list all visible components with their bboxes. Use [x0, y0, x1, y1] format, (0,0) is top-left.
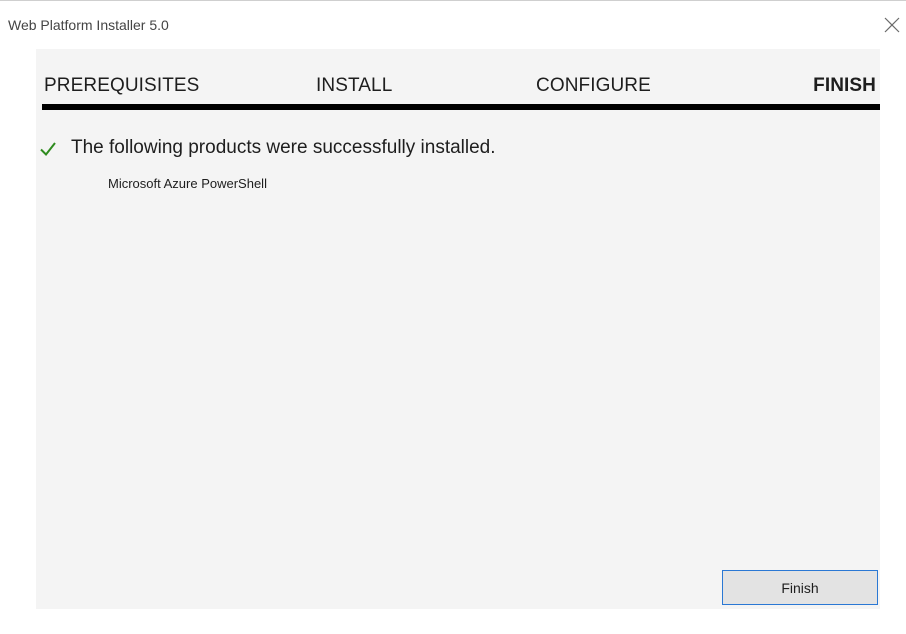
- content-panel: PREREQUISITES INSTALL CONFIGURE FINISH T…: [36, 49, 880, 609]
- installer-window: Web Platform Installer 5.0 PREREQUISITES…: [0, 0, 906, 634]
- window-title: Web Platform Installer 5.0: [8, 17, 169, 33]
- installed-product-item: Microsoft Azure PowerShell: [108, 176, 267, 191]
- title-bar: Web Platform Installer 5.0: [0, 1, 906, 41]
- checkmark-icon: [40, 142, 56, 157]
- step-install: INSTALL: [316, 75, 393, 96]
- step-indicator: PREREQUISITES INSTALL CONFIGURE FINISH: [36, 75, 880, 105]
- step-finish: FINISH: [813, 75, 876, 96]
- close-icon: [884, 17, 900, 33]
- step-prerequisites: PREREQUISITES: [44, 75, 200, 96]
- close-button[interactable]: [882, 15, 902, 35]
- success-message: The following products were successfully…: [71, 137, 496, 158]
- step-configure: CONFIGURE: [536, 75, 651, 96]
- finish-button[interactable]: Finish: [722, 570, 878, 605]
- progress-line: [42, 104, 880, 110]
